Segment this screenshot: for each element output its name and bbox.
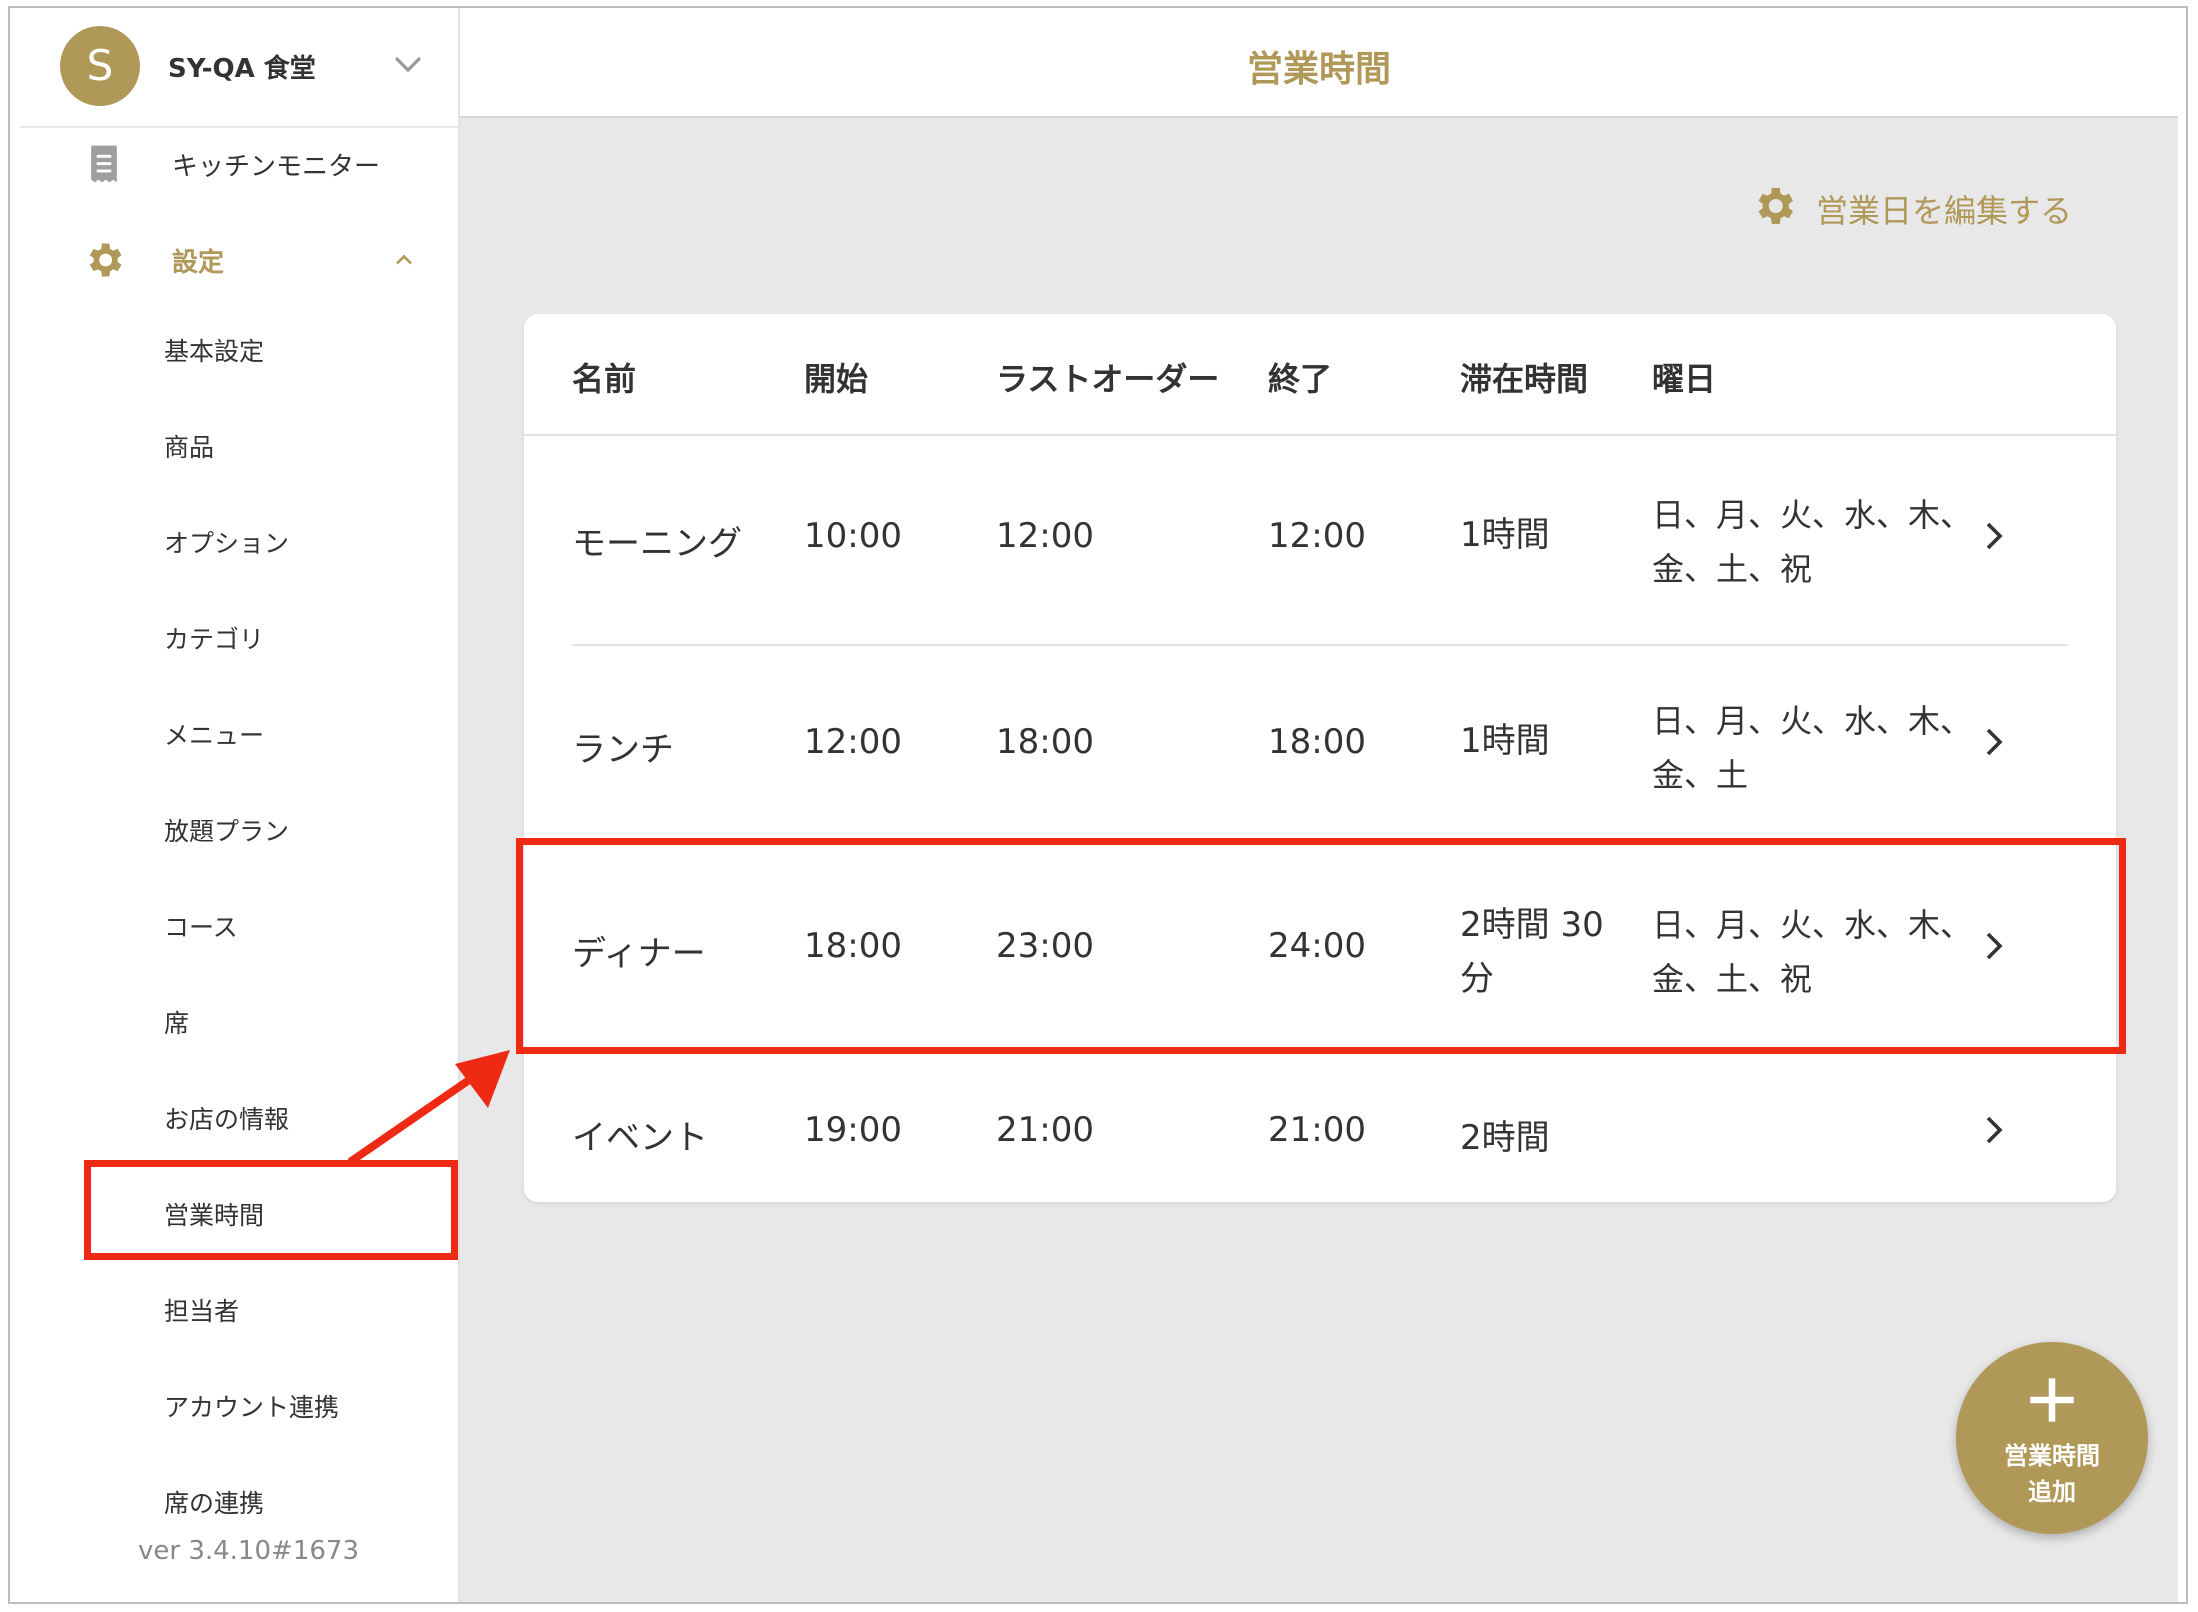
row-name: ランチ xyxy=(572,730,674,770)
highlight-box-row xyxy=(516,838,2126,1054)
receipt-icon xyxy=(91,145,117,183)
submenu-categories[interactable]: カテゴリ xyxy=(164,620,264,656)
fab-label-line1: 営業時間 xyxy=(2004,1442,2100,1470)
row-stay: 1時間 xyxy=(1460,515,1550,555)
submenu-options[interactable]: オプション xyxy=(164,524,289,560)
edit-business-days-button[interactable]: 営業日を編集する xyxy=(1750,180,2082,230)
submenu-store-info[interactable]: お店の情報 xyxy=(164,1100,289,1136)
sidebar-item-label: 設定 xyxy=(172,248,225,278)
table-row[interactable]: イベント 19:00 21:00 21:00 2時間 xyxy=(524,1060,2116,1200)
business-hours-table: 名前 開始 ラストオーダー 終了 滞在時間 曜日 モーニング 10:00 12:… xyxy=(524,314,2116,1202)
table-row[interactable]: モーニング 10:00 12:00 12:00 1時間 日、月、火、水、木、金、… xyxy=(524,436,2116,640)
row-name: イベント xyxy=(572,1118,708,1158)
row-days: 日、月、火、水、木、金、土、祝 xyxy=(1652,496,1973,588)
column-header-start: 開始 xyxy=(804,360,869,398)
column-header-name: 名前 xyxy=(572,360,637,398)
submenu-staff[interactable]: 担当者 xyxy=(164,1292,239,1328)
column-header-last-order: ラストオーダー xyxy=(996,360,1220,398)
sidebar-item-settings[interactable]: 設定 xyxy=(10,224,458,294)
shop-switcher[interactable]: S SY-QA 食堂 xyxy=(60,18,450,118)
chevron-right-icon[interactable] xyxy=(1976,518,2012,554)
column-header-days: 曜日 xyxy=(1652,360,1717,398)
avatar: S xyxy=(60,26,140,106)
add-business-hours-label: 営業時間 追加 xyxy=(1956,1438,2148,1510)
row-days: 日、月、火、水、木、金、土 xyxy=(1652,702,1973,794)
edit-business-days-label: 営業日を編集する xyxy=(1816,192,2073,230)
submenu-seats[interactable]: 席 xyxy=(164,1004,189,1040)
gear-icon xyxy=(1758,188,1793,224)
submenu-products[interactable]: 商品 xyxy=(164,428,214,464)
fab-label-line2: 追加 xyxy=(2028,1478,2076,1506)
chevron-right-icon[interactable] xyxy=(1976,724,2012,760)
page-header: 営業時間 xyxy=(460,8,2178,118)
row-last-order: 18:00 xyxy=(996,722,1094,762)
chevron-up-icon[interactable] xyxy=(390,246,418,274)
submenu-seat-link[interactable]: 席の連携 xyxy=(164,1484,264,1514)
gear-icon xyxy=(89,243,122,277)
shop-name: SY-QA 食堂 xyxy=(168,54,316,84)
row-last-order: 12:00 xyxy=(996,516,1094,556)
row-end: 18:00 xyxy=(1268,722,1366,762)
submenu-all-you-can-plans[interactable]: 放題プラン xyxy=(164,812,289,848)
page-title: 営業時間 xyxy=(1246,49,1391,90)
sidebar: S SY-QA 食堂 キッチンモニター 設定 基本設定 商品 オプション カテゴ… xyxy=(10,8,460,1602)
row-stay: 1時間 xyxy=(1460,721,1550,761)
sidebar-item-label: キッチンモニター xyxy=(172,152,381,182)
version-label: ver 3.4.10#1673 xyxy=(138,1536,359,1566)
submenu-account-link[interactable]: アカウント連携 xyxy=(164,1388,339,1424)
row-end: 21:00 xyxy=(1268,1110,1366,1150)
row-start: 12:00 xyxy=(804,722,902,762)
chevron-down-icon[interactable] xyxy=(390,46,426,82)
submenu-courses[interactable]: コース xyxy=(164,908,238,944)
row-stay: 2時間 xyxy=(1460,1118,1550,1158)
chevron-right-icon[interactable] xyxy=(1976,1112,2012,1148)
row-start: 19:00 xyxy=(804,1110,902,1150)
column-header-end: 終了 xyxy=(1268,360,1333,398)
column-header-stay: 滞在時間 xyxy=(1460,360,1589,398)
row-last-order: 21:00 xyxy=(996,1110,1094,1150)
table-row[interactable]: ランチ 12:00 18:00 18:00 1時間 日、月、火、水、木、金、土 xyxy=(524,646,2116,846)
sidebar-item-kitchen-monitor[interactable]: キッチンモニター xyxy=(10,128,458,198)
highlight-box-sidebar xyxy=(84,1160,458,1260)
table-header: 名前 開始 ラストオーダー 終了 滞在時間 曜日 xyxy=(524,314,2116,436)
main-content: 営業時間 営業日を編集する 名前 開始 ラストオーダー 終了 滞在時間 曜日 モ… xyxy=(460,8,2178,1602)
row-name: モーニング xyxy=(572,524,742,564)
row-start: 10:00 xyxy=(804,516,902,556)
add-business-hours-button[interactable]: 営業時間 追加 xyxy=(1956,1342,2148,1534)
submenu-basic-settings[interactable]: 基本設定 xyxy=(164,332,264,368)
plus-icon xyxy=(2030,1378,2074,1422)
row-end: 12:00 xyxy=(1268,516,1366,556)
submenu-menu[interactable]: メニュー xyxy=(164,716,264,752)
